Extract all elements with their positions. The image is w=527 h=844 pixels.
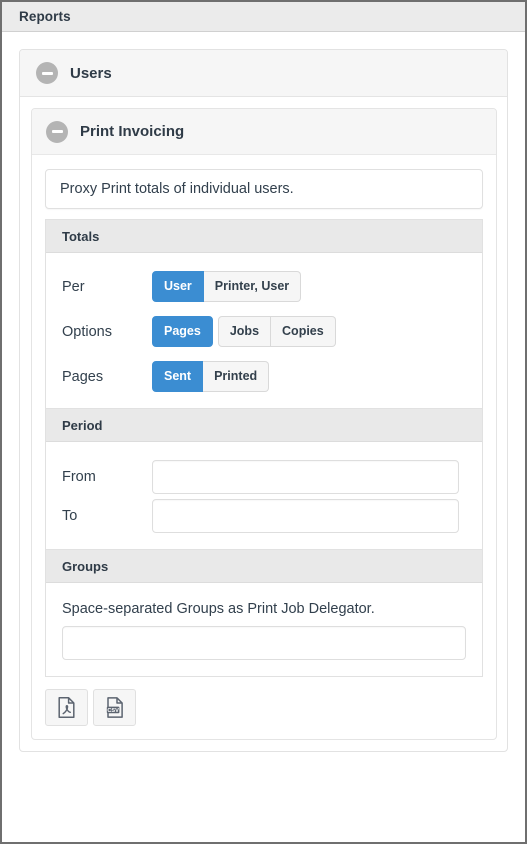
form-row-to: To xyxy=(62,499,466,533)
btn-pages-sent[interactable]: Sent xyxy=(152,361,204,392)
label-options: Options xyxy=(62,323,112,340)
report-description: Proxy Print totals of individual users. xyxy=(45,169,483,209)
export-csv-button[interactable]: CSV xyxy=(93,689,136,726)
btn-group-options-pages: Pages xyxy=(152,316,213,347)
app-window: Reports Users Print Invoicing Proxy Prin… xyxy=(0,0,527,844)
content-area: Users Print Invoicing Proxy Print totals… xyxy=(2,32,525,752)
app-header: Reports xyxy=(2,2,525,32)
page-title: Reports xyxy=(19,9,71,24)
btn-per-user[interactable]: User xyxy=(152,271,204,302)
form-row-from: From xyxy=(62,460,466,494)
btn-pages-printed[interactable]: Printed xyxy=(203,361,270,392)
btn-options-pages[interactable]: Pages xyxy=(152,316,213,347)
panel-print-invoicing-title: Print Invoicing xyxy=(80,123,185,140)
section-period-body: From To xyxy=(46,442,482,549)
section-groups: Groups Space-separated Groups as Print J… xyxy=(45,550,483,677)
label-per: Per xyxy=(62,278,85,295)
form-row-pages: Pages Sent Printed xyxy=(62,361,466,392)
section-period-header: Period xyxy=(46,409,482,442)
export-toolbar: CSV xyxy=(45,689,483,726)
section-period: Period From To xyxy=(45,409,483,550)
section-totals-body: Per User Printer, User Options Pages Job… xyxy=(46,253,482,408)
section-period-title: Period xyxy=(62,417,103,433)
section-totals: Totals Per User Printer, User Options Pa… xyxy=(45,219,483,409)
form-row-per: Per User Printer, User xyxy=(62,271,466,302)
circle-minus-icon[interactable] xyxy=(36,62,58,84)
groups-input[interactable] xyxy=(62,626,466,660)
csv-badge-label: CSV xyxy=(107,708,119,714)
btn-options-jobs[interactable]: Jobs xyxy=(217,316,272,347)
btn-group-options-jobs-copies: Jobs Copies xyxy=(217,316,336,347)
panel-print-invoicing: Print Invoicing Proxy Print totals of in… xyxy=(31,108,497,740)
section-groups-header: Groups xyxy=(46,550,482,583)
csv-file-icon: CSV xyxy=(106,697,124,718)
form-row-options: Options Pages Jobs Copies xyxy=(62,316,466,347)
to-date-input[interactable] xyxy=(152,499,459,533)
panel-users-body: Print Invoicing Proxy Print totals of in… xyxy=(20,97,507,751)
panel-users-title: Users xyxy=(70,64,112,82)
section-totals-title: Totals xyxy=(62,228,100,244)
pdf-file-icon xyxy=(58,697,75,718)
panel-users: Users Print Invoicing Proxy Print totals… xyxy=(19,49,508,752)
label-to: To xyxy=(62,508,78,524)
btn-group-pages: Sent Printed xyxy=(152,361,270,392)
export-pdf-button[interactable] xyxy=(45,689,88,726)
from-date-input[interactable] xyxy=(152,460,459,494)
panel-print-invoicing-body: Proxy Print totals of individual users. … xyxy=(32,155,496,739)
section-totals-header: Totals xyxy=(46,220,482,253)
btn-per-printer-user[interactable]: Printer, User xyxy=(203,271,302,302)
section-groups-title: Groups xyxy=(62,558,109,574)
groups-hint-text: Space-separated Groups as Print Job Dele… xyxy=(62,601,375,617)
toggle-groups-options: Pages Jobs Copies xyxy=(152,316,336,347)
label-from: From xyxy=(62,469,96,485)
btn-group-per: User Printer, User xyxy=(152,271,302,302)
circle-minus-icon[interactable] xyxy=(46,120,68,143)
btn-options-copies[interactable]: Copies xyxy=(271,316,336,347)
panel-users-header[interactable]: Users xyxy=(20,50,507,97)
toggle-groups-pages: Sent Printed xyxy=(152,361,270,392)
toggle-groups-per: User Printer, User xyxy=(152,271,302,302)
label-pages: Pages xyxy=(62,368,104,385)
section-groups-body: Space-separated Groups as Print Job Dele… xyxy=(46,583,482,676)
panel-print-invoicing-header[interactable]: Print Invoicing xyxy=(32,109,496,155)
